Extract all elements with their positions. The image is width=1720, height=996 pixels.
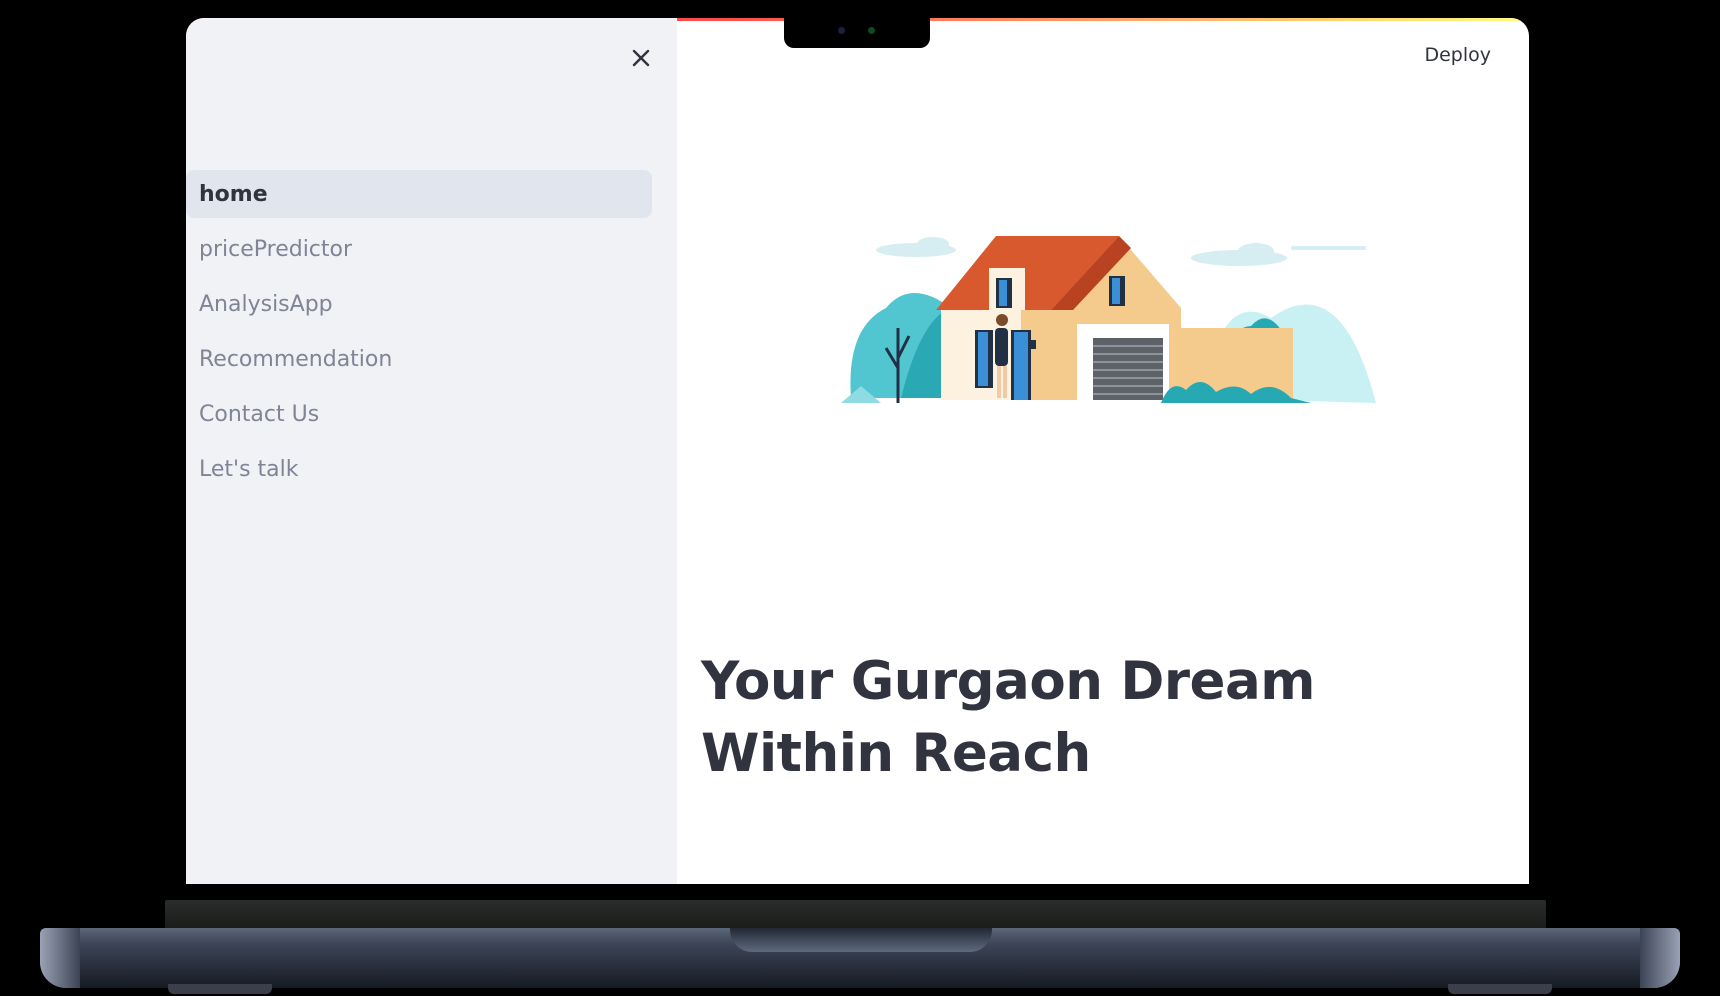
window-lower-left-glass: [978, 332, 988, 386]
garage-door-slats: [1093, 345, 1163, 395]
sidebar-item-recommendation[interactable]: Recommendation: [186, 335, 652, 383]
base-edge-left: [40, 928, 80, 988]
laptop-foot-right: [1448, 984, 1552, 994]
trackpad-notch: [730, 928, 992, 952]
sidebar-item-price-predictor[interactable]: pricePredictor: [186, 225, 652, 273]
close-sidebar-button[interactable]: [626, 43, 656, 73]
house-illustration: [841, 236, 1376, 403]
front-door-glass: [1014, 332, 1028, 400]
sidebar-item-analysis-app[interactable]: AnalysisApp: [186, 280, 652, 328]
page-title: Your Gurgaon Dream Within Reach: [701, 651, 1315, 784]
base-edge-right: [1640, 928, 1680, 988]
sidebar-nav: home pricePredictor AnalysisApp Recommen…: [186, 170, 652, 500]
app-window: home pricePredictor AnalysisApp Recommen…: [186, 18, 1529, 884]
sidebar-item-contact-us[interactable]: Contact Us: [186, 390, 652, 438]
laptop-foot-left: [168, 984, 272, 994]
sidebar: home pricePredictor AnalysisApp Recommen…: [186, 18, 677, 884]
camera-notch: [784, 18, 930, 48]
sidebar-item-home[interactable]: home: [186, 170, 652, 218]
deploy-button[interactable]: Deploy: [1424, 44, 1491, 66]
sidebar-item-lets-talk[interactable]: Let's talk: [186, 445, 652, 493]
window-top-left-glass: [999, 280, 1007, 306]
close-icon: [632, 49, 650, 67]
window-top-right-glass: [1112, 278, 1120, 304]
laptop-base: [40, 928, 1680, 994]
camera-lens: [838, 27, 845, 34]
camera-indicator-light: [868, 27, 875, 34]
